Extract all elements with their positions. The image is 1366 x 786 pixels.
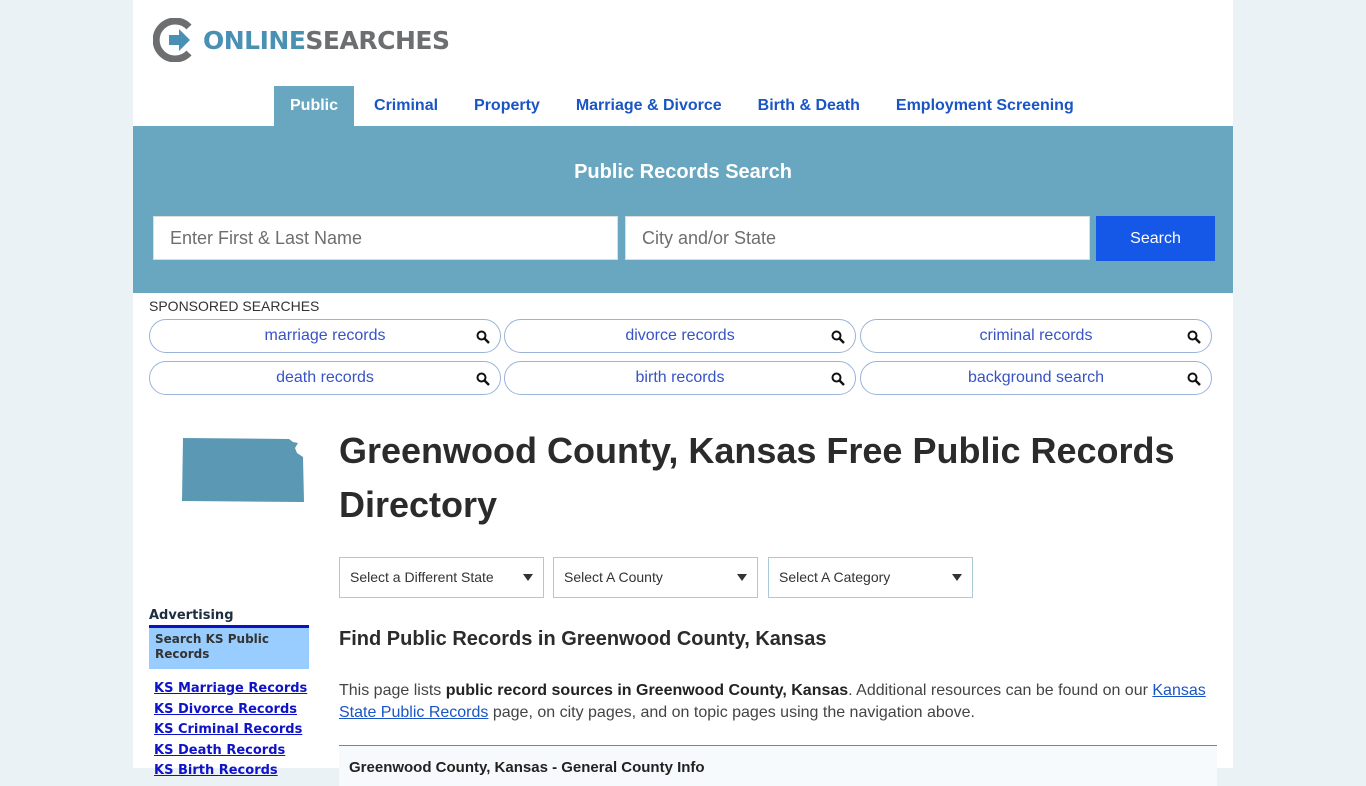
county-select-value: Select A County	[564, 569, 663, 585]
logo-text-online: ONLINE	[203, 25, 306, 55]
state-select[interactable]: Select a Different State	[339, 557, 544, 598]
sponsored-birth-records[interactable]: birth records	[504, 361, 856, 395]
search-icon	[831, 330, 845, 344]
search-hero: Public Records Search Search	[133, 126, 1233, 293]
sidebar-link-birth[interactable]: KS Birth Records	[154, 762, 307, 783]
nav-birth-death[interactable]: Birth & Death	[742, 86, 876, 126]
sponsored-death-records[interactable]: death records	[149, 361, 501, 395]
kansas-state-map-icon	[182, 438, 304, 502]
main-nav: Public Criminal Property Marriage & Divo…	[274, 86, 1094, 126]
pill-label: marriage records	[264, 327, 386, 344]
pill-label: background search	[967, 369, 1105, 386]
sponsored-background-search[interactable]: background search	[860, 361, 1212, 395]
page-title: Greenwood County, Kansas Free Public Rec…	[339, 430, 1175, 525]
nav-employment-screening[interactable]: Employment Screening	[880, 86, 1090, 126]
pill-label: criminal records	[979, 327, 1093, 344]
search-ks-public-records-box[interactable]: Search KS Public Records	[149, 625, 309, 669]
pill-label: divorce records	[625, 327, 735, 344]
intro-text: This page lists	[339, 682, 446, 699]
search-icon	[1187, 372, 1201, 386]
pill-label: birth records	[635, 369, 725, 386]
sidebar-link-criminal[interactable]: KS Criminal Records	[154, 721, 307, 742]
logo-text-searches: SEARCHES	[305, 25, 450, 55]
dropdown-arrow-icon	[523, 574, 533, 581]
category-select-value: Select A Category	[779, 569, 891, 585]
search-icon	[831, 372, 845, 386]
nav-criminal[interactable]: Criminal	[358, 86, 454, 126]
sponsored-label: SPONSORED SEARCHES	[149, 298, 320, 314]
general-county-info-box: Greenwood County, Kansas - General Count…	[339, 745, 1217, 786]
state-select-value: Select a Different State	[350, 569, 494, 585]
pill-label: death records	[276, 369, 374, 386]
logo-icon	[153, 18, 192, 62]
search-title: Public Records Search	[574, 161, 792, 183]
advertising-label: Advertising	[149, 608, 234, 623]
sponsored-marriage-records[interactable]: marriage records	[149, 319, 501, 353]
search-icon	[476, 330, 490, 344]
nav-public[interactable]: Public	[274, 86, 355, 126]
dropdown-arrow-icon	[737, 574, 747, 581]
search-icon	[476, 372, 490, 386]
county-select[interactable]: Select A County	[553, 557, 758, 598]
name-input[interactable]	[153, 216, 618, 260]
sidebar-link-divorce[interactable]: KS Divorce Records	[154, 701, 307, 722]
find-records-heading: Find Public Records in Greenwood County,…	[339, 628, 827, 650]
search-icon	[1187, 330, 1201, 344]
sidebar-link-marriage[interactable]: KS Marriage Records	[154, 680, 307, 701]
sidebar-link-death[interactable]: KS Death Records	[154, 742, 307, 763]
intro-text: page, on city pages, and on topic pages …	[488, 704, 975, 721]
dropdown-arrow-icon	[952, 574, 962, 581]
nav-property[interactable]: Property	[458, 86, 556, 126]
intro-bold: public record sources in Greenwood Count…	[445, 682, 849, 699]
page-container: ONLINESEARCHES Public Criminal Property …	[133, 0, 1233, 786]
search-button[interactable]: Search	[1096, 216, 1215, 261]
site-logo[interactable]: ONLINESEARCHES	[153, 18, 450, 62]
sidebar-links: KS Marriage Records KS Divorce Records K…	[154, 680, 307, 783]
nav-marriage-divorce[interactable]: Marriage & Divorce	[560, 86, 738, 126]
sponsored-divorce-records[interactable]: divorce records	[504, 319, 856, 353]
location-input[interactable]	[625, 216, 1090, 260]
intro-text: . Additional resources can be found on o…	[848, 682, 1153, 699]
intro-paragraph: This page lists public record sources in…	[339, 680, 1219, 724]
sponsored-criminal-records[interactable]: criminal records	[860, 319, 1212, 353]
category-select[interactable]: Select A Category	[768, 557, 973, 598]
